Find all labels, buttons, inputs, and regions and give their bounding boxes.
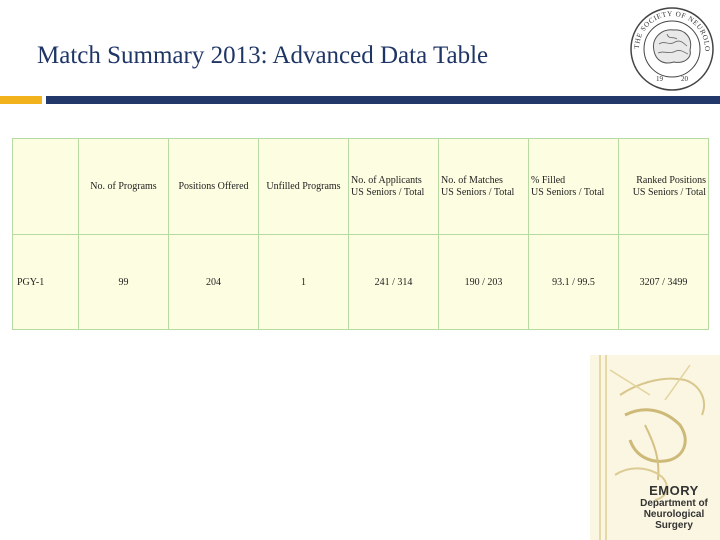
match-summary-table: No. of Programs Positions Offered Unfill… [12, 138, 709, 330]
header-empty-cell [12, 138, 79, 235]
page-title: Match Summary 2013: Advanced Data Table [37, 42, 489, 69]
table-row: PGY-1 99 204 1 241 / 314 190 / 203 93.1 … [12, 234, 709, 330]
seal-year-right: 20 [681, 75, 689, 83]
accent-bar-gold [0, 96, 42, 104]
table-header-row: No. of Programs Positions Offered Unfill… [12, 138, 709, 235]
header-no-of-programs: No. of Programs [78, 138, 169, 235]
cell-applicants: 241 / 314 [348, 234, 439, 330]
header-ranked-positions: Ranked Positions US Seniors / Total [618, 138, 709, 235]
cell-ranked-positions: 3207 / 3499 [618, 234, 709, 330]
logo-caption: EMORY Department of Neurological Surgery [630, 483, 718, 531]
seal-year-left: 19 [656, 75, 664, 83]
cell-unfilled-programs: 1 [258, 234, 349, 330]
header-applicants: No. of Applicants US Seniors / Total [348, 138, 439, 235]
logo-line-emory: EMORY [649, 483, 699, 498]
logo-line-surgery: Surgery [655, 520, 693, 531]
cell-matches: 190 / 203 [438, 234, 529, 330]
accent-bar-navy [46, 96, 720, 104]
cell-percent-filled: 93.1 / 99.5 [528, 234, 619, 330]
society-seal-logo: THE SOCIETY OF NEUROLOGICAL SURGEONS 19 … [629, 6, 714, 91]
header-positions-offered: Positions Offered [168, 138, 259, 235]
cell-positions-offered: 204 [168, 234, 259, 330]
row-label: PGY-1 [12, 234, 79, 330]
header-percent-filled: % Filled US Seniors / Total [528, 138, 619, 235]
header-unfilled-programs: Unfilled Programs [258, 138, 349, 235]
cell-no-of-programs: 99 [78, 234, 169, 330]
logo-line-neurological: Neurological [643, 509, 705, 520]
logo-line-department: Department of [640, 498, 708, 509]
header-matches: No. of Matches US Seniors / Total [438, 138, 529, 235]
